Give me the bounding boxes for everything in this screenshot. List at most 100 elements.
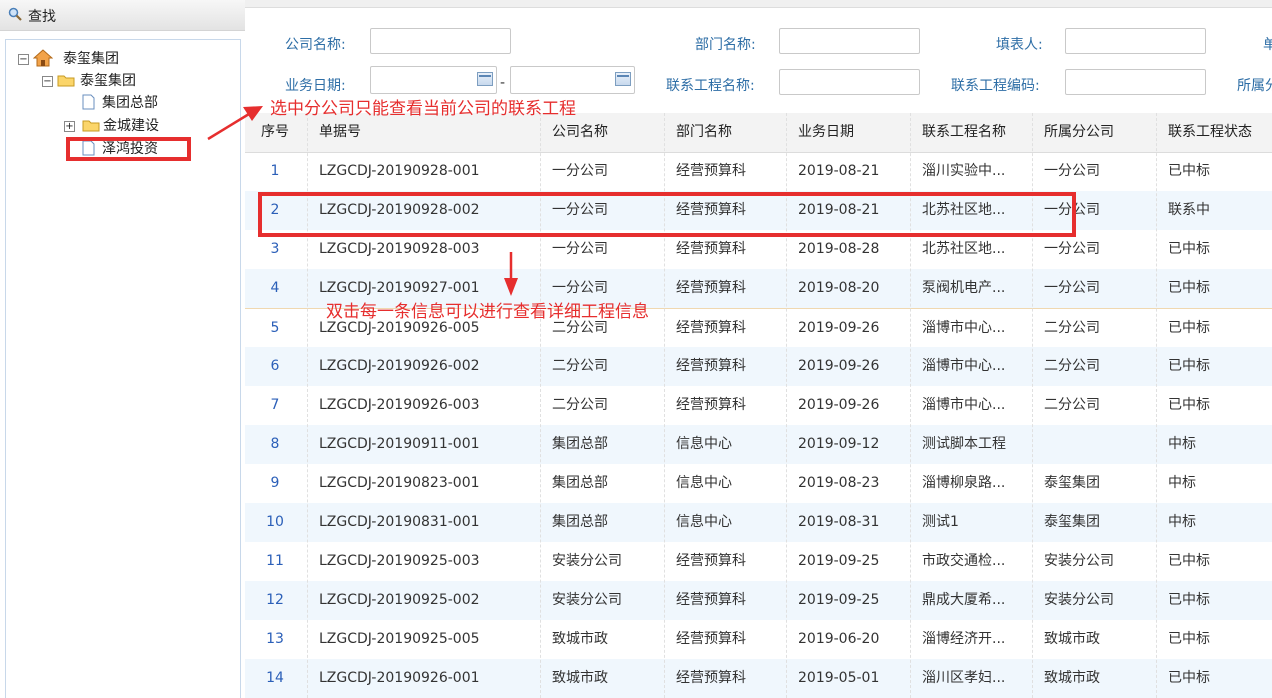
header-date[interactable]: 业务日期 xyxy=(798,113,906,152)
home-icon xyxy=(33,49,53,67)
dept-name-input[interactable] xyxy=(779,28,920,54)
table-cell: 2019-09-26 xyxy=(798,397,880,413)
date-start-input[interactable] xyxy=(370,66,497,94)
table-cell: 淄川实验中... xyxy=(922,163,1006,179)
table-cell: 市政交通检... xyxy=(922,553,1006,569)
header-project-name[interactable]: 联系工程名称 xyxy=(922,113,1028,152)
table-cell: 2019-09-25 xyxy=(798,553,880,569)
tree-label-root: 泰玺集团 xyxy=(63,51,119,67)
tree-item-jincheng[interactable]: + 金城建设 xyxy=(64,115,224,137)
folder-icon xyxy=(82,120,100,132)
expand-toggle-icon[interactable]: + xyxy=(64,121,75,132)
row-number: 1 xyxy=(270,163,280,179)
table-cell: 2019-09-12 xyxy=(798,436,880,452)
project-code-input[interactable] xyxy=(1065,69,1206,95)
table-cell: 已中标 xyxy=(1168,280,1210,296)
table-cell: LZGCDJ-20190925-002 xyxy=(319,592,480,608)
truncated-label: 单 xyxy=(1263,37,1272,53)
row-number: 7 xyxy=(270,397,280,413)
table-cell: 二分公司 xyxy=(552,397,608,413)
table-cell xyxy=(1044,425,1152,464)
folder-open-icon xyxy=(57,75,75,87)
magnifier-icon xyxy=(8,7,22,21)
tree-node-root[interactable]: − 泰玺集团 xyxy=(18,48,218,70)
table-cell: 致城市政 xyxy=(552,631,608,647)
table-cell: 鼎成大厦希... xyxy=(922,592,1006,608)
tree-node-group[interactable]: − 泰玺集团 xyxy=(42,70,222,92)
tree-item-label: 金城建设 xyxy=(103,118,159,134)
row-number: 13 xyxy=(266,631,284,647)
table-row[interactable]: 11 LZGCDJ-20190925-003 安装分公司 经营预算科 2019-09-2… xyxy=(245,542,1272,581)
table-cell: 中标 xyxy=(1168,436,1196,452)
table-cell: 2019-09-25 xyxy=(798,592,880,608)
date-separator: - xyxy=(500,75,506,91)
table-row[interactable]: 9 LZGCDJ-20190823-001 集团总部 信息中心 2019-08-23 淄博… xyxy=(245,464,1272,503)
row-number: 6 xyxy=(270,358,280,374)
table-cell: 经营预算科 xyxy=(676,631,746,647)
collapse-toggle-icon[interactable]: − xyxy=(18,54,29,65)
grid-header: 序号 单据号 公司名称 部门名称 业务日期 联系工程名称 所属分公司 联系工程状态 xyxy=(245,113,1272,153)
dept-name-label: 部门名称: xyxy=(695,37,756,53)
collapse-toggle-icon[interactable]: − xyxy=(42,76,53,87)
table-cell: LZGCDJ-20190926-002 xyxy=(319,358,480,374)
calendar-icon[interactable] xyxy=(477,72,493,86)
table-row[interactable]: 10 LZGCDJ-20190831-001 集团总部 信息中心 2019-08-31 测… xyxy=(245,503,1272,542)
table-cell: 一分公司 xyxy=(1044,280,1100,296)
table-cell: 泰玺集团 xyxy=(1044,475,1100,491)
calendar-icon[interactable] xyxy=(615,72,631,86)
red-arrow-down-icon xyxy=(504,252,518,296)
table-row[interactable]: 1 LZGCDJ-20190928-001 一分公司 经营预算科 2019-08-21 淄… xyxy=(245,152,1272,191)
table-cell: 安装分公司 xyxy=(1044,553,1114,569)
table-cell: 致城市政 xyxy=(1044,670,1100,686)
table-cell: 2019-08-20 xyxy=(798,280,880,296)
document-icon xyxy=(82,94,95,110)
table-cell: 经营预算科 xyxy=(676,163,746,179)
table-cell: 已中标 xyxy=(1168,553,1210,569)
highlight-box-tree xyxy=(66,137,191,161)
table-cell: 二分公司 xyxy=(1044,397,1100,413)
table-row[interactable]: 6 LZGCDJ-20190926-002 二分公司 经营预算科 2019-09-26 淄… xyxy=(245,347,1272,386)
row-number: 14 xyxy=(266,670,284,686)
table-cell: 泵阀机电产... xyxy=(922,280,1006,296)
table-cell: LZGCDJ-20190926-003 xyxy=(319,397,480,413)
date-end-input[interactable] xyxy=(510,66,635,94)
table-cell: LZGCDJ-20190925-003 xyxy=(319,553,480,569)
table-cell: 2019-08-21 xyxy=(798,163,880,179)
company-name-input[interactable] xyxy=(370,28,511,54)
table-cell: 已中标 xyxy=(1168,241,1210,257)
red-arrow-icon xyxy=(207,106,263,141)
tree-item-label: 集团总部 xyxy=(102,95,158,111)
filler-input[interactable] xyxy=(1065,28,1206,54)
row-number: 9 xyxy=(270,475,280,491)
header-dept[interactable]: 部门名称 xyxy=(676,113,782,152)
table-cell: 已中标 xyxy=(1168,358,1210,374)
table-cell: 已中标 xyxy=(1168,592,1210,608)
panel-title: 查找 xyxy=(28,9,56,25)
truncated-label: 所属分 xyxy=(1237,78,1272,94)
row-number: 10 xyxy=(266,514,284,530)
table-cell: LZGCDJ-20190928-001 xyxy=(319,163,480,179)
table-cell: 安装分公司 xyxy=(1044,592,1114,608)
highlight-box-row xyxy=(258,192,1076,237)
table-row[interactable]: 8 LZGCDJ-20190911-001 集团总部 信息中心 2019-09-12 测试… xyxy=(245,425,1272,464)
tree-item-hq[interactable]: 集团总部 xyxy=(82,92,222,114)
table-cell: LZGCDJ-20190925-005 xyxy=(319,631,480,647)
project-name-input[interactable] xyxy=(779,69,920,95)
row-number: 5 xyxy=(270,320,280,336)
table-cell: 二分公司 xyxy=(1044,358,1100,374)
table-cell: 已中标 xyxy=(1168,397,1210,413)
header-branch[interactable]: 所属分公司 xyxy=(1044,113,1152,152)
company-name-label: 公司名称: xyxy=(285,37,346,53)
header-status[interactable]: 联系工程状态 xyxy=(1168,113,1272,152)
table-cell: 2019-09-26 xyxy=(798,320,880,336)
row-number: 8 xyxy=(270,436,280,452)
table-row[interactable]: 14 LZGCDJ-20190926-001 致城市政 经营预算科 2019-05-01… xyxy=(245,659,1272,698)
table-cell: 信息中心 xyxy=(676,514,732,530)
table-cell: 致城市政 xyxy=(552,670,608,686)
project-name-label: 联系工程名称: xyxy=(666,78,755,94)
table-row[interactable]: 7 LZGCDJ-20190926-003 二分公司 经营预算科 2019-09-26 淄… xyxy=(245,386,1272,425)
table-row[interactable]: 12 LZGCDJ-20190925-002 安装分公司 经营预算科 2019-09-2… xyxy=(245,581,1272,620)
table-row[interactable]: 13 LZGCDJ-20190925-005 致城市政 经营预算科 2019-06-20… xyxy=(245,620,1272,659)
table-cell: 淄博经济开... xyxy=(922,631,1006,647)
search-panel-header[interactable]: 查找 xyxy=(0,0,245,31)
